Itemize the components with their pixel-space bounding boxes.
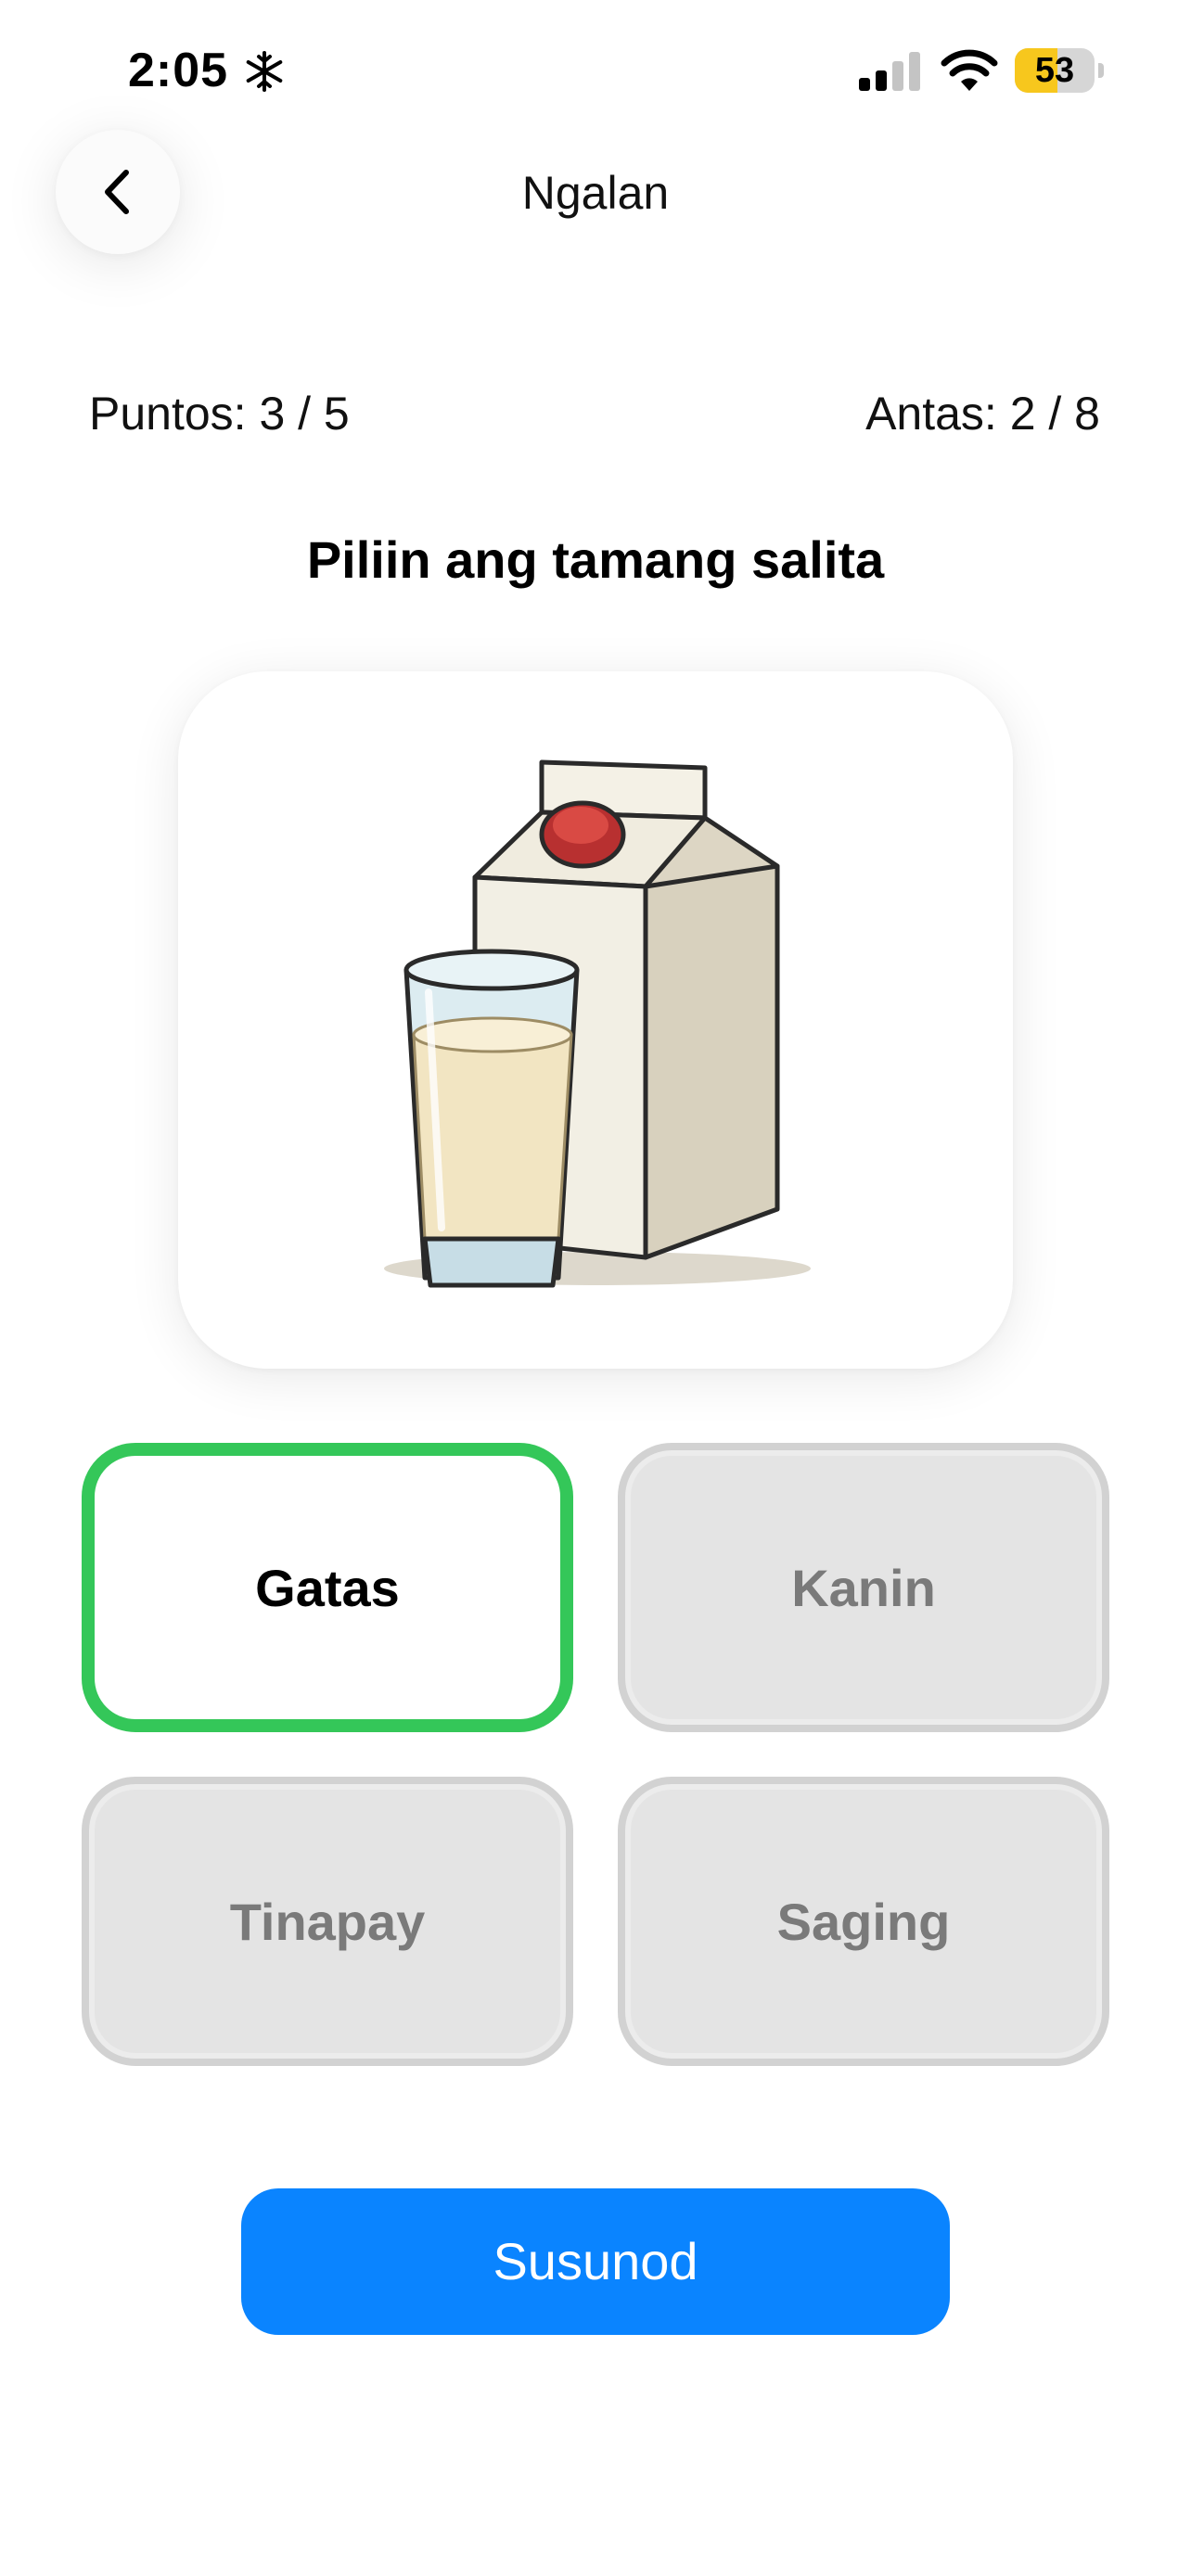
milk-carton-and-glass-illustration	[384, 759, 811, 1288]
battery-body: 53	[1015, 48, 1095, 93]
option-tinapay[interactable]: Tinapay	[82, 1777, 573, 2066]
page-title: Ngalan	[521, 167, 670, 219]
option-kanin[interactable]: Kanin	[618, 1443, 1109, 1732]
status-time: 2:05	[128, 44, 229, 97]
signal-icon	[859, 52, 920, 91]
question-prompt: Piliin ang tamang salita	[306, 530, 885, 589]
picture-card	[178, 671, 1013, 1369]
score-label: Puntos: 3 / 5	[89, 388, 350, 440]
battery-level: 53	[1034, 51, 1075, 90]
wifi-icon	[941, 49, 998, 91]
level-label: Antas: 2 / 8	[865, 388, 1100, 440]
battery-icon: 53	[1015, 48, 1106, 93]
option-gatas[interactable]: Gatas	[82, 1443, 573, 1732]
option-saging[interactable]: Saging	[618, 1777, 1109, 2066]
battery-tip	[1098, 63, 1104, 78]
snowflake-icon	[246, 51, 283, 92]
next-button[interactable]: Susunod	[241, 2188, 950, 2335]
